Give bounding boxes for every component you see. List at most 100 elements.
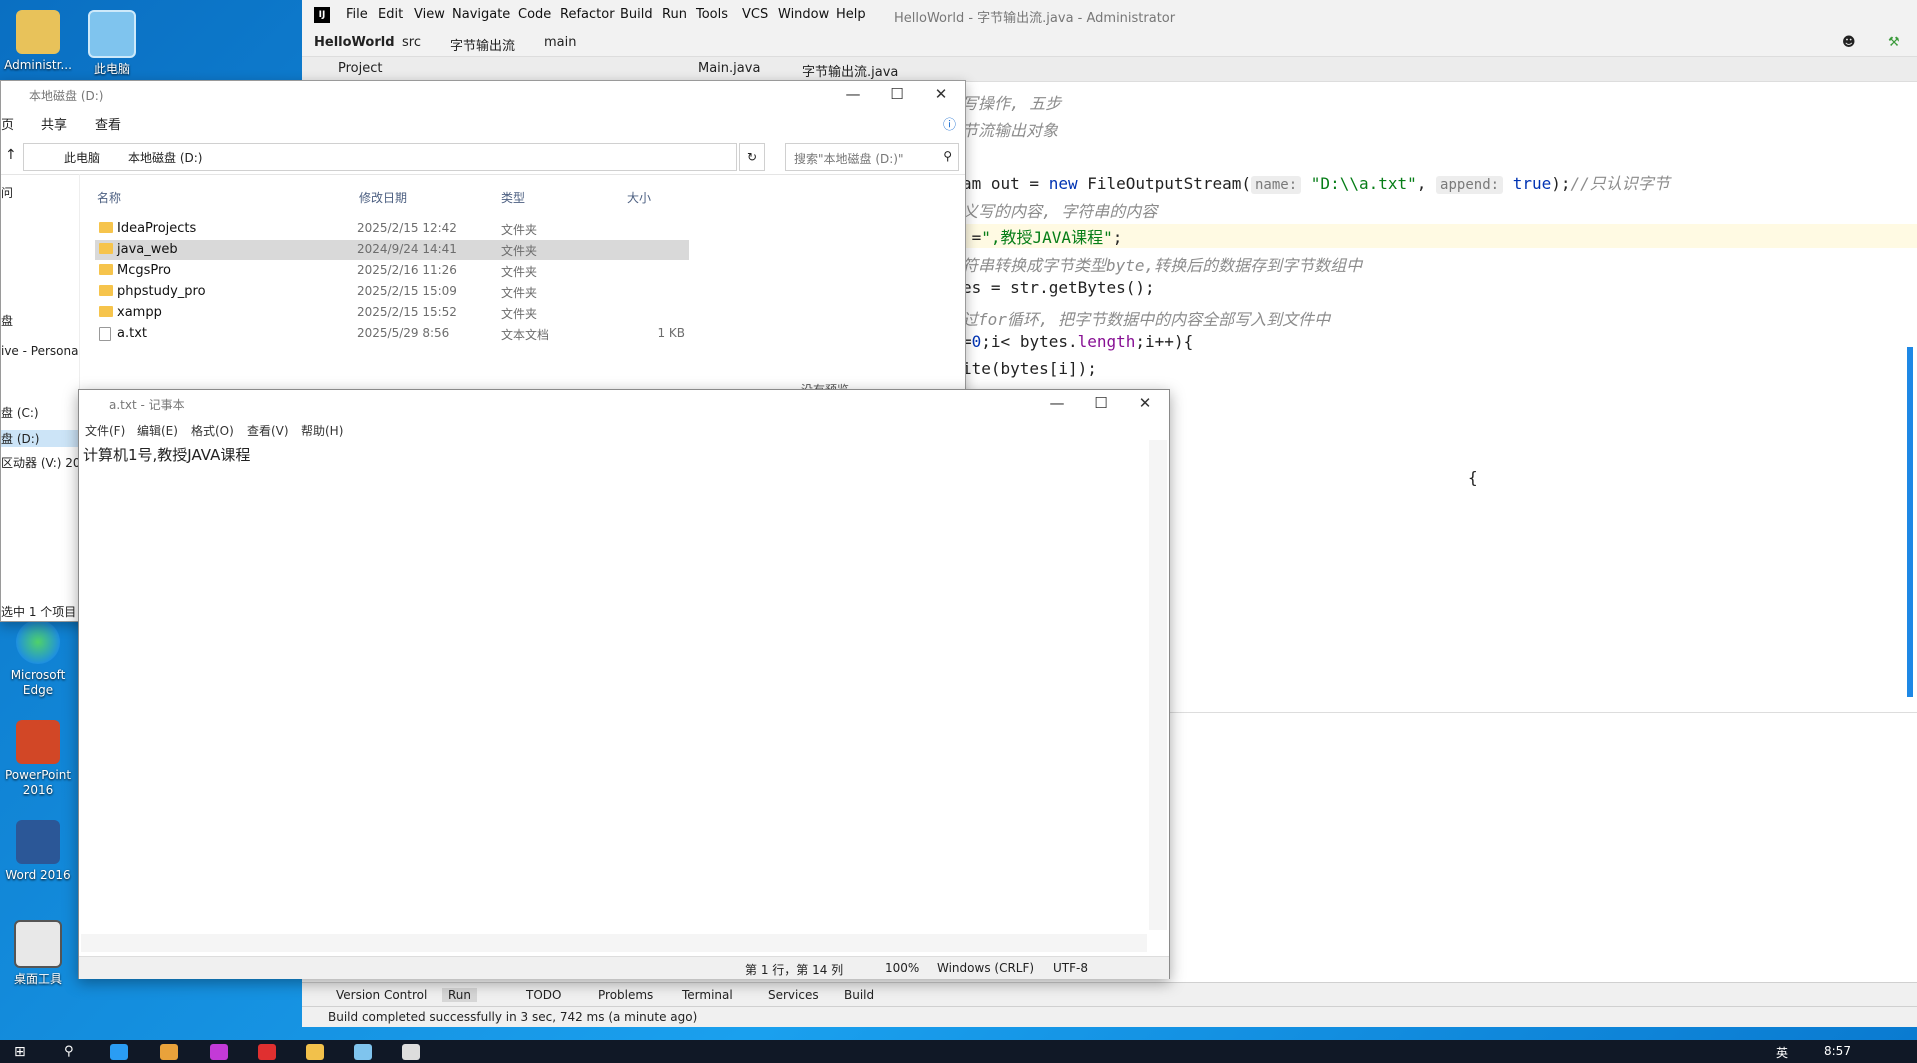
tab-problems[interactable]: Problems xyxy=(598,988,653,1002)
file-row[interactable]: a.txt 2025/5/29 8:56 文本文档 1 KB xyxy=(95,324,689,344)
zoom-level: 100% xyxy=(885,961,920,975)
notepad-status-bar: 第 1 行，第 14 列 100% Windows (CRLF) UTF-8 xyxy=(79,956,1169,979)
desktop-icon-powerpoint[interactable]: PowerPoint 2016 xyxy=(0,720,76,798)
tool-window-project[interactable]: Project xyxy=(338,61,382,76)
nav-item-drive-d[interactable]: 盘 (D:) xyxy=(1,430,79,447)
code-line: am out = new FileOutputStream(name: "D:\… xyxy=(962,174,1670,194)
folder-icon xyxy=(99,285,113,296)
desktop-icon-edge[interactable]: Microsoft Edge xyxy=(0,620,76,698)
user-folder-icon xyxy=(16,10,60,54)
editor-tabs: Project Main.java 字节输出流.java xyxy=(302,57,1917,82)
nav-item[interactable]: 盘 xyxy=(1,312,13,329)
line-ending: Windows (CRLF) xyxy=(937,961,1035,975)
input-method-indicator[interactable]: 英 xyxy=(1776,1044,1788,1061)
file-explorer-icon[interactable] xyxy=(306,1044,324,1060)
column-name[interactable]: 名称 xyxy=(97,189,121,206)
nav-item-drive-v[interactable]: 区动器 (V:) 201 xyxy=(1,454,88,471)
column-size[interactable]: 大小 xyxy=(627,189,651,206)
folder-icon xyxy=(99,243,113,254)
file-row[interactable]: xampp 2025/2/15 15:52 文件夹 xyxy=(95,303,689,323)
tab-version-control[interactable]: Version Control xyxy=(336,988,427,1002)
tab-services[interactable]: Services xyxy=(768,988,819,1002)
up-arrow-icon[interactable]: ↑ xyxy=(5,147,17,163)
menu-view[interactable]: View xyxy=(414,7,445,22)
file-row[interactable]: IdeaProjects 2025/2/15 12:42 文件夹 xyxy=(95,219,689,239)
editor-scrollbar[interactable] xyxy=(1907,347,1913,697)
notepad-icon[interactable] xyxy=(354,1044,372,1060)
nav-item[interactable]: 问 xyxy=(1,184,13,201)
maximize-button[interactable]: ☐ xyxy=(1079,390,1123,416)
clock[interactable]: 8:57 xyxy=(1824,1044,1851,1058)
search-input[interactable]: 搜索"本地磁盘 (D:)" ⚲ xyxy=(785,143,959,171)
menu-tools[interactable]: Tools xyxy=(696,7,728,22)
tab-build[interactable]: Build xyxy=(844,988,874,1002)
breadcrumb-method[interactable]: main xyxy=(544,35,576,50)
menu-file[interactable]: 文件(F) xyxy=(85,422,125,439)
wps-icon[interactable] xyxy=(258,1044,276,1060)
menu-navigate[interactable]: Navigate xyxy=(452,7,510,22)
intellij-icon[interactable] xyxy=(210,1044,228,1060)
close-button[interactable]: ✕ xyxy=(1123,390,1167,416)
search-icon: ⚲ xyxy=(943,149,952,163)
hammer-icon[interactable]: ⚒ xyxy=(1888,35,1900,50)
nav-item-drive-c[interactable]: 盘 (C:) xyxy=(1,404,39,421)
menu-view[interactable]: 查看(V) xyxy=(247,422,289,439)
vertical-scrollbar[interactable] xyxy=(1149,440,1167,930)
nav-item-onedrive[interactable]: ive - Persona xyxy=(1,344,78,358)
menu-build[interactable]: Build xyxy=(620,7,653,22)
refresh-button[interactable]: ↻ xyxy=(739,143,765,171)
close-button[interactable]: ✕ xyxy=(919,81,963,107)
menu-edit[interactable]: 编辑(E) xyxy=(137,422,178,439)
tab-todo[interactable]: TODO xyxy=(526,988,561,1002)
tab-main-java[interactable]: Main.java xyxy=(698,61,760,76)
column-date[interactable]: 修改日期 xyxy=(359,189,407,206)
menu-format[interactable]: 格式(O) xyxy=(191,422,234,439)
menu-refactor[interactable]: Refactor xyxy=(560,7,615,22)
app-icon[interactable] xyxy=(160,1044,178,1060)
ribbon-tab-view[interactable]: 查看 xyxy=(95,114,121,133)
app-icon[interactable] xyxy=(402,1044,420,1060)
tab-byte-output-stream[interactable]: 字节输出流.java xyxy=(802,61,899,82)
user-icon[interactable]: ☻ xyxy=(1842,35,1856,50)
word-icon xyxy=(16,820,60,864)
file-row[interactable]: McgsPro 2025/2/16 11:26 文件夹 xyxy=(95,261,689,281)
menu-help[interactable]: 帮助(H) xyxy=(301,422,343,439)
help-icon[interactable]: ⓘ xyxy=(943,114,956,133)
ide-menu-bar: IJ File Edit View Navigate Code Refactor… xyxy=(302,0,1917,31)
desktop-icon-administrator[interactable]: Administr... xyxy=(0,10,76,73)
menu-edit[interactable]: Edit xyxy=(378,7,403,22)
desktop-icon-toolbox[interactable]: 桌面工具 xyxy=(0,920,76,987)
menu-window[interactable]: Window xyxy=(778,7,829,22)
desktop-icon-this-pc[interactable]: 此电脑 xyxy=(74,10,150,77)
code-line: 过for循环, 把字节数据中的内容全部写入到文件中 xyxy=(962,310,1331,329)
ribbon-tab-share[interactable]: 共享 xyxy=(41,114,67,133)
powerpoint-icon xyxy=(16,720,60,764)
taskbar: ⊞ ⚲ 英 8:57 xyxy=(0,1040,1917,1063)
minimize-button[interactable]: — xyxy=(831,81,875,107)
notepad-text-area[interactable]: 计算机1号,教授JAVA课程 xyxy=(81,440,1151,938)
menu-vcs[interactable]: VCS xyxy=(742,7,768,22)
search-icon[interactable]: ⚲ xyxy=(64,1044,82,1060)
menu-help[interactable]: Help xyxy=(836,7,866,22)
file-row-selected[interactable]: java_web 2024/9/24 14:41 文件夹 xyxy=(95,240,689,260)
address-bar[interactable]: 此电脑 本地磁盘 (D:) xyxy=(23,143,737,171)
minimize-button[interactable]: — xyxy=(1035,390,1079,416)
breadcrumb-project[interactable]: HelloWorld xyxy=(314,35,395,50)
tab-run[interactable]: Run xyxy=(442,988,478,1002)
menu-code[interactable]: Code xyxy=(518,7,551,22)
menu-file[interactable]: File xyxy=(346,7,368,22)
tab-terminal[interactable]: Terminal xyxy=(682,988,733,1002)
ribbon-tab-home[interactable]: 页 xyxy=(1,114,14,133)
horizontal-scrollbar[interactable] xyxy=(81,934,1147,952)
address-segment-drive[interactable]: 本地磁盘 (D:) xyxy=(128,149,202,166)
menu-run[interactable]: Run xyxy=(662,7,687,22)
breadcrumb-src[interactable]: src xyxy=(402,35,421,50)
edge-icon[interactable] xyxy=(110,1044,128,1060)
address-segment-this-pc[interactable]: 此电脑 xyxy=(64,149,100,166)
file-row[interactable]: phpstudy_pro 2025/2/15 15:09 文件夹 xyxy=(95,282,689,302)
desktop-icon-word[interactable]: Word 2016 xyxy=(0,820,76,883)
maximize-button[interactable]: ☐ xyxy=(875,81,919,107)
column-type[interactable]: 类型 xyxy=(501,189,525,206)
breadcrumb-file[interactable]: 字节输出流 xyxy=(450,35,515,54)
start-button[interactable]: ⊞ xyxy=(14,1044,32,1060)
